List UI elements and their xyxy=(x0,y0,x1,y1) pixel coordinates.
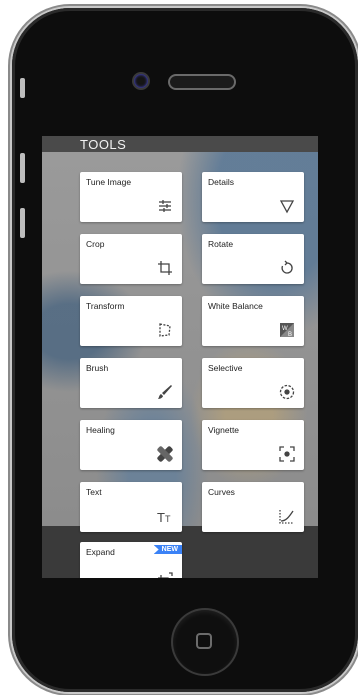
tool-card-tune-image[interactable]: Tune Image xyxy=(80,172,182,222)
app-screen: TOOLS Tune Image Details Crop Rotate Tra… xyxy=(42,136,318,578)
crop-icon xyxy=(158,261,172,275)
svg-text:B: B xyxy=(288,332,292,338)
tool-card-curves[interactable]: Curves xyxy=(202,482,304,532)
white-balance-icon: W B xyxy=(280,323,294,338)
front-camera xyxy=(134,74,148,88)
tool-label: Curves xyxy=(208,487,235,497)
tool-card-text[interactable]: Text T T xyxy=(80,482,182,532)
tool-label: Crop xyxy=(86,239,105,249)
tool-card-vignette[interactable]: Vignette xyxy=(202,420,304,470)
tool-card-white-balance[interactable]: White Balance W B xyxy=(202,296,304,346)
volume-down-button xyxy=(20,208,25,238)
tool-label: Text xyxy=(86,487,102,497)
tool-card-brush[interactable]: Brush xyxy=(80,358,182,408)
transform-icon xyxy=(159,323,171,337)
tool-label: Transform xyxy=(86,301,125,311)
tool-card-crop[interactable]: Crop xyxy=(80,234,182,284)
svg-text:T: T xyxy=(157,510,165,524)
svg-text:T: T xyxy=(165,514,171,524)
tool-card-selective[interactable]: Selective xyxy=(202,358,304,408)
tool-card-healing[interactable]: Healing xyxy=(80,420,182,470)
volume-up-button xyxy=(20,153,25,183)
page-title: TOOLS xyxy=(80,137,127,152)
tool-label: Brush xyxy=(86,363,109,373)
tool-card-expand[interactable]: Expand NEW xyxy=(80,542,182,578)
curves-icon xyxy=(279,510,294,524)
tool-label: Details xyxy=(208,177,234,187)
bandage-icon xyxy=(157,446,173,462)
rotate-icon xyxy=(281,260,293,274)
tool-card-details[interactable]: Details xyxy=(202,172,304,222)
new-badge: NEW xyxy=(153,545,182,554)
tool-label: Tune Image xyxy=(86,177,132,187)
earpiece-speaker xyxy=(170,76,234,88)
triangle-icon xyxy=(279,200,295,214)
tool-label: Vignette xyxy=(208,425,240,435)
tool-label: White Balance xyxy=(208,301,263,311)
text-icon: T T xyxy=(157,510,171,524)
mute-switch xyxy=(20,78,25,98)
tool-label: Rotate xyxy=(208,239,234,249)
tool-label: Expand xyxy=(86,547,115,557)
home-button[interactable] xyxy=(173,610,237,674)
tool-label: Selective xyxy=(208,363,243,373)
selective-icon xyxy=(279,384,295,400)
tool-label: Healing xyxy=(86,425,115,435)
sliders-icon xyxy=(159,200,171,212)
brush-icon xyxy=(158,385,172,399)
expand-icon xyxy=(158,572,173,578)
tool-card-transform[interactable]: Transform xyxy=(80,296,182,346)
vignette-icon xyxy=(279,446,295,462)
tool-card-rotate[interactable]: Rotate xyxy=(202,234,304,284)
